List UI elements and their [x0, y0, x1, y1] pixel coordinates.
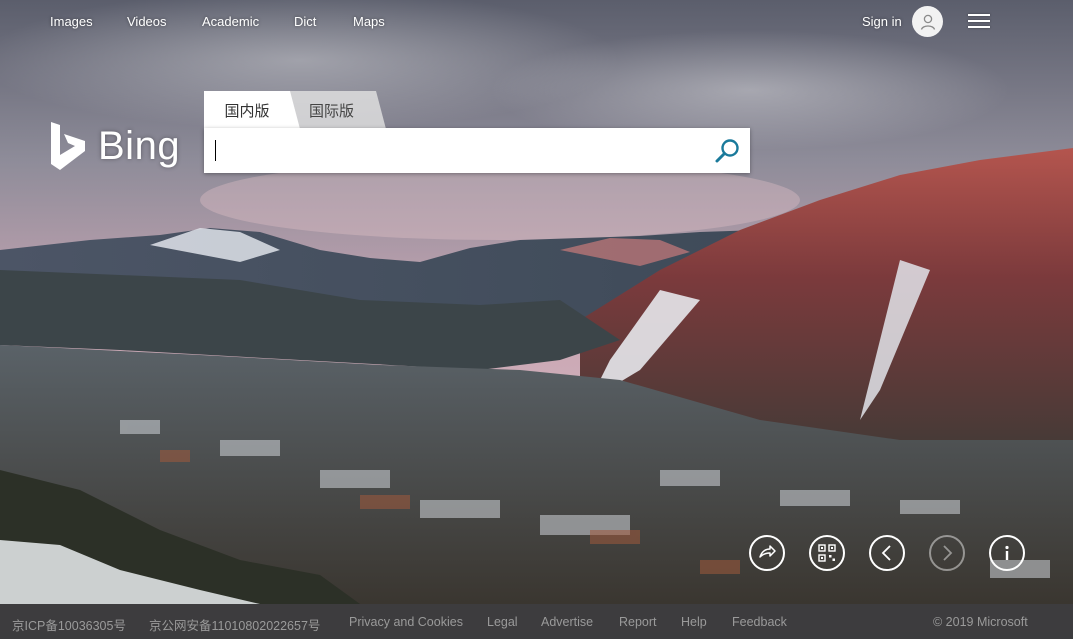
menu-icon-line: [968, 14, 990, 16]
info-button[interactable]: [989, 535, 1025, 571]
menu-icon-line: [968, 26, 990, 28]
footer-link-privacy[interactable]: Privacy and Cookies: [349, 615, 463, 629]
background-image: [0, 0, 1073, 639]
tab-international[interactable]: 国际版: [287, 91, 386, 129]
nav-link-videos[interactable]: Videos: [127, 14, 167, 29]
sign-in-link[interactable]: Sign in: [862, 14, 902, 29]
menu-button[interactable]: [968, 14, 990, 30]
footer-link-legal[interactable]: Legal: [487, 615, 518, 629]
qr-code-icon: [818, 544, 836, 562]
next-image-icon: [943, 545, 953, 561]
user-icon: [920, 14, 935, 30]
menu-icon-line: [968, 20, 990, 22]
footer-link-help[interactable]: Help: [681, 615, 707, 629]
previous-image-button[interactable]: [869, 535, 905, 571]
footer: 京ICP备10036305号 京公网安备11010802022657号 Priv…: [0, 604, 1073, 639]
nav-link-maps[interactable]: Maps: [353, 14, 385, 29]
footer-link-advertise[interactable]: Advertise: [541, 615, 593, 629]
bing-logo-text: Bing: [98, 123, 181, 168]
tab-domestic-label: 国内版: [224, 102, 270, 120]
nav-link-images[interactable]: Images: [50, 14, 93, 29]
footer-link-icp[interactable]: 京ICP备10036305号: [12, 615, 126, 634]
next-image-button[interactable]: [929, 535, 965, 571]
bing-logo[interactable]: Bing: [50, 120, 180, 172]
tab-international-label: 国际版: [308, 102, 354, 120]
avatar[interactable]: [912, 6, 943, 37]
share-button[interactable]: [749, 535, 785, 571]
footer-link-report[interactable]: Report: [619, 615, 657, 629]
qr-code-button[interactable]: [809, 535, 845, 571]
search-button[interactable]: [714, 137, 742, 165]
footer-link-feedback[interactable]: Feedback: [732, 615, 787, 629]
share-icon: [759, 545, 776, 558]
search-icon: [715, 139, 739, 163]
nav-link-academic[interactable]: Academic: [202, 14, 259, 29]
footer-link-public-security[interactable]: 京公网安备11010802022657号: [149, 615, 320, 634]
info-icon: [1005, 545, 1009, 560]
search-input[interactable]: [214, 136, 698, 166]
nav-link-dict[interactable]: Dict: [294, 14, 316, 29]
top-navigation: Images Videos Academic Dict Maps Sign in: [0, 0, 1073, 44]
text-caret: [215, 140, 216, 161]
bing-logo-icon: [51, 122, 85, 170]
search-box: [204, 128, 750, 173]
copyright-text: © 2019 Microsoft: [933, 615, 1028, 629]
tab-domestic[interactable]: 国内版: [204, 91, 300, 129]
previous-image-icon: [881, 545, 891, 561]
